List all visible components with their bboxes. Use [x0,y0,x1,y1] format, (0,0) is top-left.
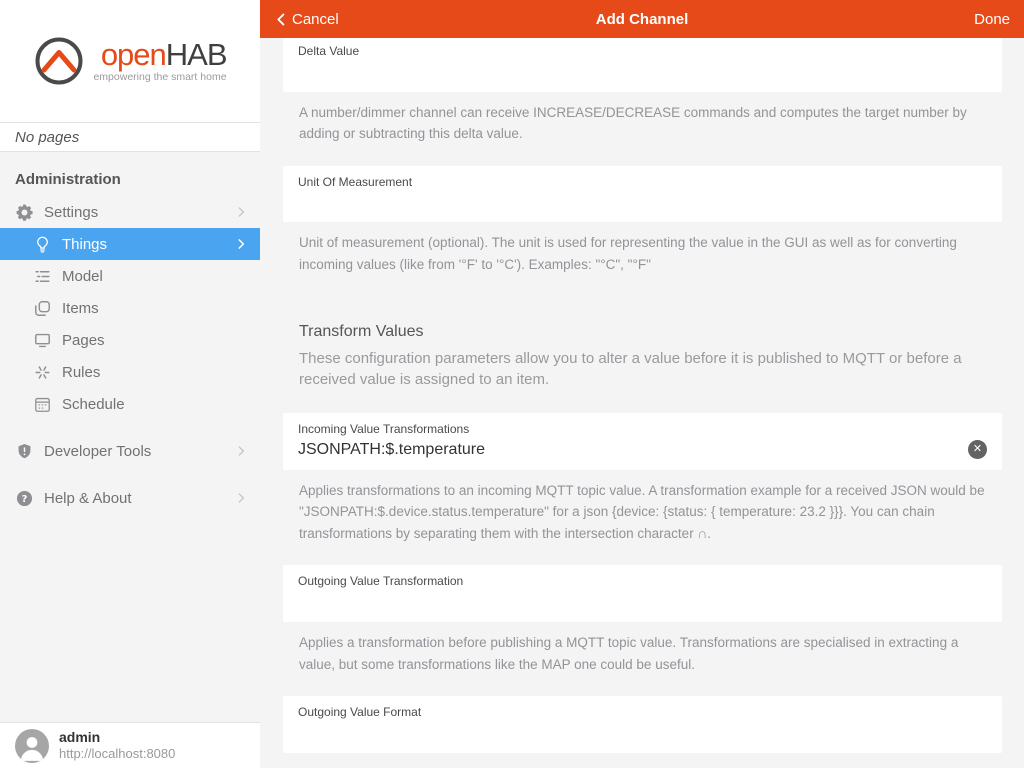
navbar: Cancel Add Channel Done [260,0,1024,38]
sidebar-item-schedule[interactable]: Schedule [0,388,260,420]
sidebar-item-label: Items [62,300,248,317]
done-button[interactable]: Done [974,11,1010,28]
delta-value-input[interactable] [298,60,987,84]
openhab-logo: openHAB empowering the smart home [33,35,226,87]
outgoing-value-transformation-input[interactable] [298,590,987,614]
field-description: Format a value before it is published to… [299,763,989,768]
sidebar-item-rules[interactable]: Rules [0,356,260,388]
calendar-icon [33,395,52,414]
user-url: http://localhost:8080 [59,746,175,762]
sidebar-item-items[interactable]: Items [0,292,260,324]
outgoing-value-format-input[interactable] [298,721,987,745]
sidebar-item-developer-tools[interactable]: Developer Tools [0,435,260,467]
sidebar-item-label: Developer Tools [44,443,234,460]
model-tree-icon [33,267,52,286]
incoming-value-transformations-field[interactable]: Incoming Value Transformations ✕ [283,413,1002,470]
section-description: These configuration parameters allow you… [299,348,989,392]
main-panel: Cancel Add Channel Done Delta Value A nu… [260,0,1024,768]
clear-input-icon[interactable]: ✕ [968,440,987,459]
sidebar-item-model[interactable]: Model [0,260,260,292]
form-group-unit-of-measurement: Unit Of Measurement Unit of measurement … [283,166,1002,276]
unit-of-measurement-field[interactable]: Unit Of Measurement [283,166,1002,223]
avatar [15,729,49,763]
no-pages-label: No pages [0,122,260,152]
brand-wordmark: openHAB empowering the smart home [93,39,226,83]
form-group-incoming-value-transformations: Incoming Value Transformations ✕ Applies… [283,413,1002,544]
form-group-outgoing-value-format: Outgoing Value Format Format a value bef… [283,696,1002,768]
openhab-house-icon [33,35,85,87]
brand-open: open [101,37,166,72]
page-title: Add Channel [260,11,1024,28]
chevron-left-icon [274,12,289,27]
lightbulb-icon [33,235,52,254]
shield-icon [15,442,34,461]
outgoing-value-transformation-field[interactable]: Outgoing Value Transformation [283,565,1002,622]
logo-area: openHAB empowering the smart home [0,0,260,122]
field-label: Unit Of Measurement [298,175,987,191]
cancel-button[interactable]: Cancel [274,11,339,28]
items-copy-icon [33,299,52,318]
sidebar-spacer [0,514,260,722]
sidebar-item-label: Model [62,268,248,285]
sidebar-item-label: Settings [44,204,234,221]
sidebar-item-settings[interactable]: Settings [0,196,260,228]
svg-text:?: ? [22,493,28,504]
channel-form: Delta Value A number/dimmer channel can … [260,38,1024,768]
form-group-delta-value: Delta Value A number/dimmer channel can … [283,38,1002,145]
nav-gap [0,467,260,482]
cancel-label: Cancel [292,11,339,28]
user-area[interactable]: admin http://localhost:8080 [0,722,260,768]
field-description: Applies transformations to an incoming M… [299,480,989,545]
sparkle-icon [33,363,52,382]
section-title-transform-values: Transform Values [299,323,1002,341]
field-label: Delta Value [298,44,987,60]
user-info: admin http://localhost:8080 [59,729,175,763]
sidebar-item-label: Help & About [44,490,234,507]
app: openHAB empowering the smart home No pag… [0,0,1024,768]
brand-hab: HAB [166,37,227,72]
brand-tagline: empowering the smart home [93,71,226,83]
user-name: admin [59,729,175,747]
field-label: Incoming Value Transformations [298,422,987,438]
administration-section-label: Administration [0,152,260,196]
field-description: Unit of measurement (optional). The unit… [299,232,989,275]
sidebar-item-label: Schedule [62,396,248,413]
form-group-outgoing-value-transformation: Outgoing Value Transformation Applies a … [283,565,1002,675]
sidebar-item-label: Pages [62,332,248,349]
question-icon: ? [15,489,34,508]
sidebar-item-pages[interactable]: Pages [0,324,260,356]
sidebar-item-label: Things [62,236,234,253]
display-icon [33,331,52,350]
sidebar-item-help-about[interactable]: ? Help & About [0,482,260,514]
gear-icon [15,203,34,222]
unit-of-measurement-input[interactable] [298,190,987,214]
sidebar-item-label: Rules [62,364,248,381]
outgoing-value-format-field[interactable]: Outgoing Value Format [283,696,1002,753]
field-label: Outgoing Value Transformation [298,574,987,590]
chevron-right-icon [234,444,248,458]
field-description: Applies a transformation before publishi… [299,632,989,675]
sidebar: openHAB empowering the smart home No pag… [0,0,260,768]
nav-gap [0,420,260,435]
sidebar-item-things[interactable]: Things [0,228,260,260]
delta-value-field[interactable]: Delta Value [283,38,1002,92]
chevron-right-icon [234,491,248,505]
person-icon [15,729,49,763]
incoming-value-transformations-input[interactable] [298,438,968,462]
chevron-right-icon [234,237,248,251]
chevron-right-icon [234,205,248,219]
field-label: Outgoing Value Format [298,705,987,721]
field-description: A number/dimmer channel can receive INCR… [299,102,989,145]
